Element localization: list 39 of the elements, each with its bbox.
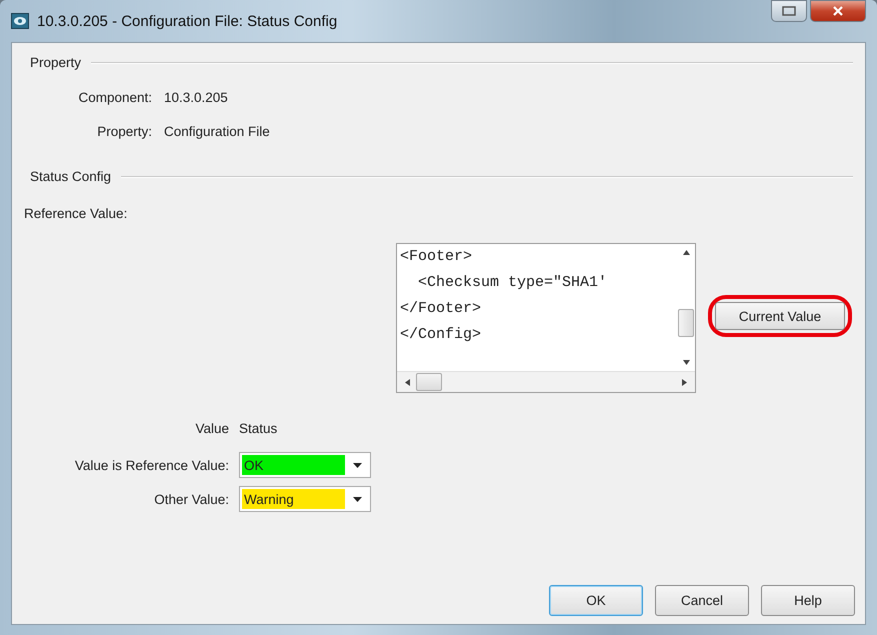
dialog-button[interactable]: Help: [761, 585, 855, 616]
code-line: <Footer>: [400, 247, 474, 267]
field-label: Property:: [96, 124, 152, 139]
row-label: Value is Reference Value:: [74, 458, 229, 472]
code-line: <Checksum type="SHA1': [417, 273, 608, 293]
status-value: Warning: [242, 489, 345, 509]
code-line: </Config>: [400, 325, 482, 345]
restore-button[interactable]: [771, 0, 807, 22]
field-value: Configuration File: [164, 124, 271, 139]
horizontal-scrollbar[interactable]: [397, 371, 695, 392]
code-line: </Footer>: [400, 299, 482, 319]
reference-value-label: Reference Value:: [24, 206, 128, 221]
scroll-thumb[interactable]: [416, 373, 442, 391]
status-value: OK: [242, 455, 345, 475]
column-header: Value: [194, 421, 229, 438]
dialog-button[interactable]: OK: [549, 585, 643, 616]
dropdown-arrow-icon: [353, 496, 362, 502]
restore-icon: [782, 6, 796, 16]
field-value: 10.3.0.205: [164, 90, 229, 105]
section-title: Status Config: [30, 169, 112, 184]
window-title: 10.3.0.205 - Configuration File: Status Config: [37, 12, 338, 30]
scroll-right-icon: [682, 378, 687, 386]
scroll-thumb[interactable]: [678, 308, 694, 336]
close-button[interactable]: [810, 0, 866, 22]
scroll-up-icon: [682, 250, 690, 255]
column-header: Status: [239, 421, 278, 438]
app-icon: [11, 13, 29, 29]
dialog-button[interactable]: Cancel: [655, 585, 749, 616]
scroll-down-icon: [682, 360, 690, 365]
field-label: Component:: [77, 90, 152, 105]
reference-value-editor[interactable]: <Footer> <Checksum type="SHA1' </Footer> </Config>: [396, 243, 696, 393]
section-title: Property: [30, 55, 82, 70]
row-label: Other Value:: [153, 492, 229, 506]
current-value-button[interactable]: Current Value: [715, 302, 845, 330]
scroll-left-icon: [405, 378, 410, 386]
status-dropdown[interactable]: OK: [239, 452, 371, 478]
close-icon: [832, 6, 844, 16]
dropdown-arrow-icon: [353, 462, 362, 468]
status-dropdown[interactable]: Warning: [239, 486, 371, 512]
